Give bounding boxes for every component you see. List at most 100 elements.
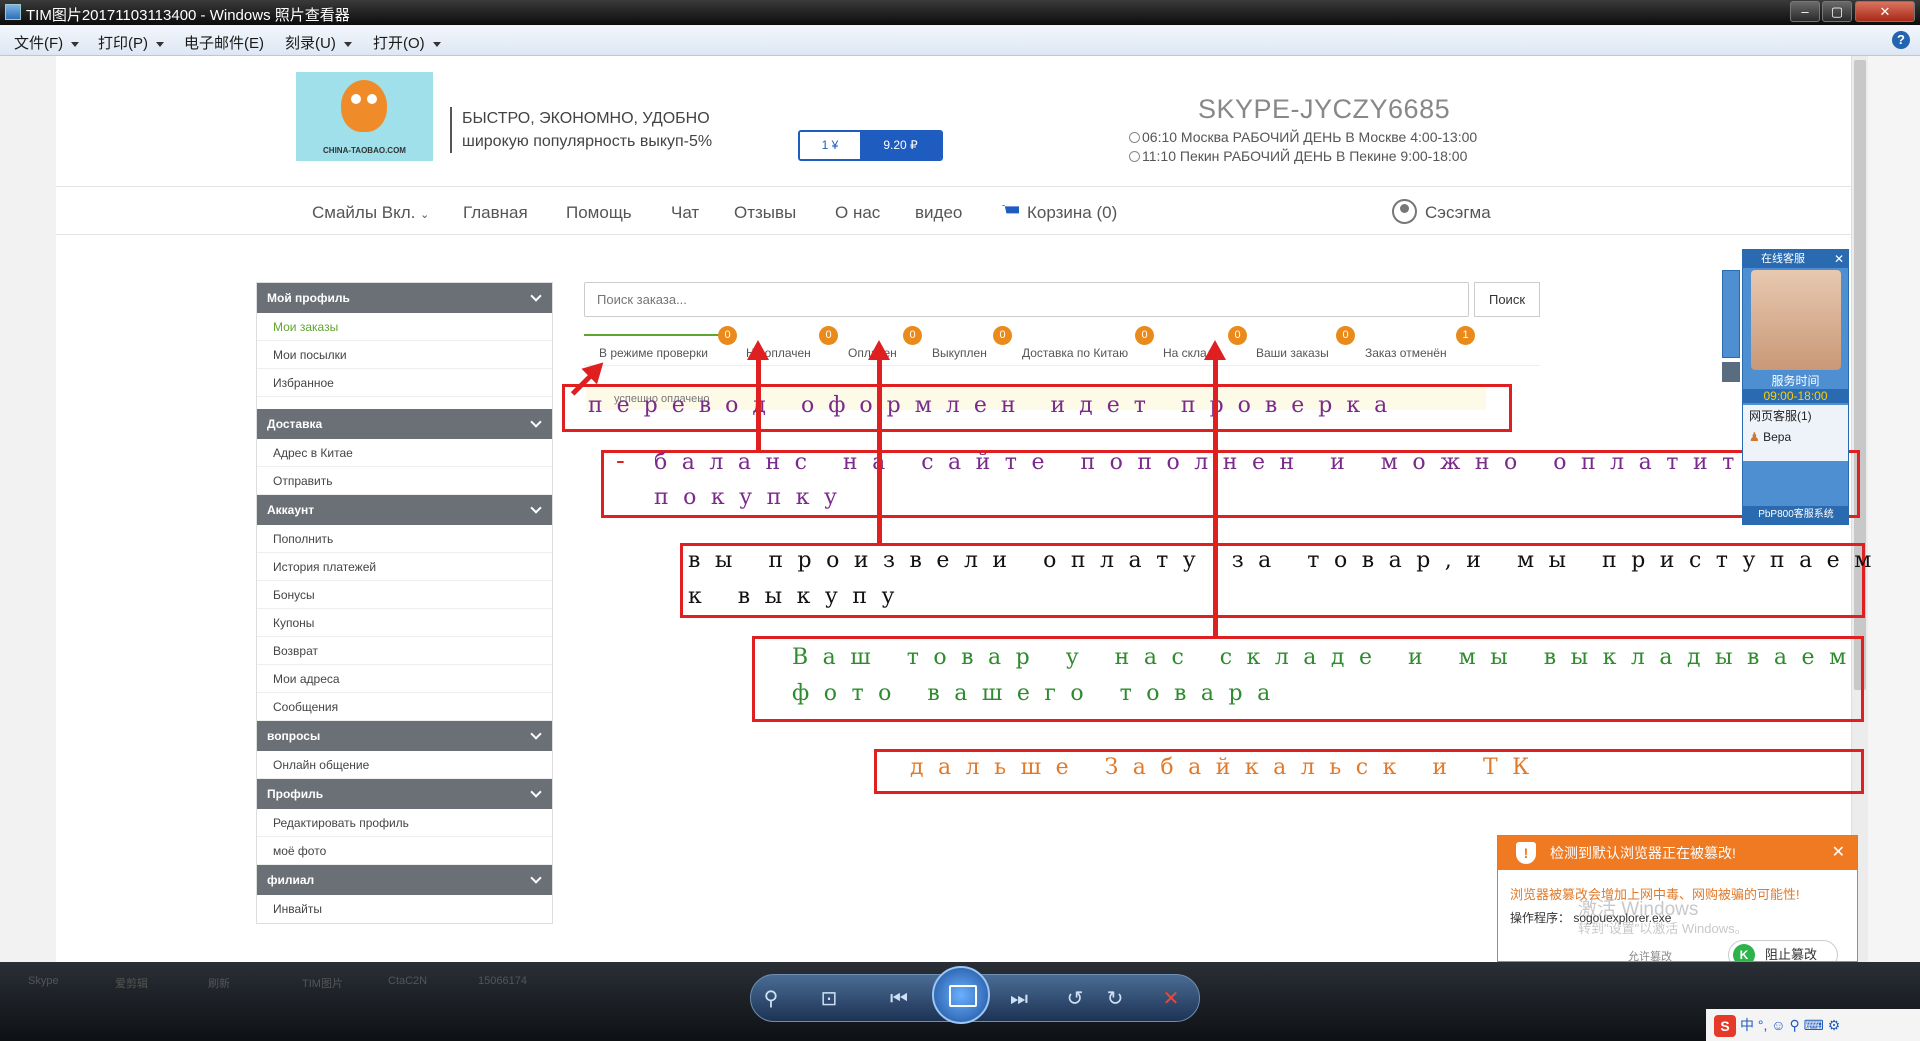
- taskbar-item[interactable]: CtaC2N: [388, 975, 427, 987]
- tray-icons[interactable]: 中 °, ☺ ⚲ ⌨ ⚙: [1740, 1017, 1840, 1033]
- tab-under-review[interactable]: В режиме проверки: [599, 346, 708, 360]
- sidebar-item-invites[interactable]: Инвайты: [257, 895, 552, 923]
- agent-group[interactable]: 网页客服(1): [1749, 407, 1842, 424]
- sogou-ime-icon[interactable]: S: [1714, 1015, 1736, 1038]
- menu-burn[interactable]: 刻录(U): [285, 32, 352, 53]
- menu-print[interactable]: 打印(P): [98, 32, 164, 53]
- section-branch[interactable]: филиал: [257, 865, 552, 895]
- window-titlebar: TIM图片20171103113400 - Windows 照片查看器 – ▢ …: [0, 0, 1920, 25]
- block-hijack-button[interactable]: K 阻止篡改: [1728, 940, 1838, 961]
- nav-smileys[interactable]: Смайлы Вкл. ⌄: [312, 203, 429, 223]
- tab-cancelled[interactable]: Заказ отменён: [1365, 346, 1447, 360]
- chevron-down-icon: [343, 41, 352, 47]
- menu-email[interactable]: 电子邮件(E): [184, 32, 264, 53]
- tab-your-orders[interactable]: Ваши заказы: [1256, 346, 1329, 360]
- taskbar-item[interactable]: 爱剪辑: [115, 975, 148, 991]
- annotation-text-4a: Ваш товар у нас складе и мы выкладываем: [792, 645, 1861, 670]
- active-tab-indicator: [584, 334, 720, 336]
- rate-yuan: 1 ¥: [800, 132, 860, 159]
- taskbar-item[interactable]: TIM图片: [302, 975, 343, 991]
- fit-window-icon[interactable]: ⊡: [815, 985, 843, 1013]
- sidebar-item-coupons[interactable]: Купоны: [257, 609, 552, 637]
- annotation-text-5: дальше Забайкальск и ТК: [910, 755, 1544, 780]
- sidebar-item-refund[interactable]: Возврат: [257, 637, 552, 665]
- section-questions[interactable]: вопросы: [257, 721, 552, 751]
- browser-hijack-warning: ! 检测到默认浏览器正在被篡改! ✕ 浏览器被篡改会增加上网中毒、网购被骗的可能…: [1497, 835, 1858, 962]
- moscow-hours: 06:10 Москва РАБОЧИЙ ДЕНЬ В Москве 4:00-…: [1129, 129, 1477, 145]
- sidebar-item-send[interactable]: Отправить: [257, 467, 552, 495]
- chat-side-tab-2[interactable]: [1722, 362, 1740, 382]
- slogan: БЫСТРО, ЭКОНОМНО, УДОБНО широкую популяр…: [450, 107, 712, 153]
- nav-reviews[interactable]: Отзывы: [734, 203, 796, 223]
- tab-china-delivery[interactable]: Доставка по Китаю: [1022, 346, 1128, 360]
- sidebar-item-top-up[interactable]: Пополнить: [257, 525, 552, 553]
- maximize-button[interactable]: ▢: [1822, 1, 1852, 22]
- tab-bought[interactable]: Выкуплен: [932, 346, 987, 360]
- zoom-icon[interactable]: ⚲: [757, 985, 785, 1013]
- menu-file[interactable]: 文件(F): [14, 32, 80, 53]
- previous-icon[interactable]: ⏮: [885, 985, 913, 1013]
- chevron-down-icon: [156, 41, 164, 47]
- viewer-margin-left: [0, 56, 56, 962]
- sidebar-item-china-address[interactable]: Адрес в Китае: [257, 439, 552, 467]
- delete-icon[interactable]: ✕: [1157, 985, 1185, 1013]
- slogan-line-2: широкую популярность выкуп-5%: [462, 133, 713, 150]
- close-window-button[interactable]: ✕: [1855, 1, 1915, 22]
- cart-icon: [1001, 205, 1019, 214]
- sidebar-item-payment-history[interactable]: История платежей: [257, 553, 552, 581]
- nav-user[interactable]: Сэсэгма: [1392, 199, 1491, 224]
- sidebar-item-addresses[interactable]: Мои адреса: [257, 665, 552, 693]
- section-my-profile[interactable]: Мой профиль: [257, 283, 552, 313]
- next-icon[interactable]: ⏭: [1005, 985, 1033, 1013]
- sidebar-item-my-parcels[interactable]: Мои посылки: [257, 341, 552, 369]
- warning-header: ! 检测到默认浏览器正在被篡改! ✕: [1498, 836, 1857, 870]
- shield-k-icon: K: [1733, 944, 1755, 961]
- nav-video[interactable]: видео: [915, 203, 962, 223]
- sidebar-item-favorites[interactable]: Избранное: [257, 369, 552, 397]
- close-icon[interactable]: ✕: [1832, 836, 1845, 870]
- rate-rub: 9.20 ₽: [860, 132, 941, 159]
- rotate-right-icon[interactable]: ↻: [1101, 985, 1129, 1013]
- chevron-down-icon: ⌄: [420, 209, 430, 221]
- sidebar-item-edit-profile[interactable]: Редактировать профиль: [257, 809, 552, 837]
- nav-home[interactable]: Главная: [463, 203, 528, 223]
- chevron-down-icon: [530, 416, 542, 428]
- tab-unpaid-badge: 0: [819, 326, 838, 345]
- sidebar-item-messages[interactable]: Сообщения: [257, 693, 552, 721]
- site-logo[interactable]: CHINA-TAOBAO.COM: [296, 72, 433, 161]
- allow-hijack-link[interactable]: 允许篡改: [1628, 948, 1672, 961]
- system-tray: S中 °, ☺ ⚲ ⌨ ⚙: [1706, 1009, 1920, 1041]
- order-search-button[interactable]: Поиск: [1474, 282, 1540, 317]
- tab-paid-badge: 0: [903, 326, 922, 345]
- taskbar-item[interactable]: 刷新: [208, 975, 230, 991]
- minimize-button[interactable]: –: [1790, 1, 1820, 22]
- section-delivery[interactable]: Доставка: [257, 409, 552, 439]
- sidebar-item-online-chat[interactable]: Онлайн общение: [257, 751, 552, 779]
- section-profile[interactable]: Профиль: [257, 779, 552, 809]
- help-icon[interactable]: ?: [1892, 31, 1910, 49]
- taskbar-item[interactable]: Skype: [28, 975, 59, 987]
- section-account[interactable]: Аккаунт: [257, 495, 552, 525]
- nav-about[interactable]: О нас: [835, 203, 880, 223]
- person-icon: ♟: [1749, 430, 1760, 444]
- sidebar-item-my-photo[interactable]: моё фото: [257, 837, 552, 865]
- nav-chat[interactable]: Чат: [671, 203, 699, 223]
- sidebar-item-my-orders[interactable]: Мои заказы: [257, 313, 552, 341]
- menu-open[interactable]: 打开(O): [373, 32, 441, 53]
- bottom-taskbar: Skype 爱剪辑 刷新 TIM图片 CtaC2N 15066174 ⚲ ⊡ ⏮…: [0, 962, 1920, 1041]
- taskbar-item[interactable]: 15066174: [478, 975, 527, 987]
- annotation-text-2b: покупку: [654, 485, 852, 510]
- annotation-dash: -: [616, 446, 625, 476]
- nav-cart[interactable]: Корзина (0): [1001, 203, 1117, 223]
- tabs-divider: [584, 365, 1540, 366]
- chat-side-tab[interactable]: [1722, 270, 1740, 358]
- online-service-widget: 在线客服 ✕ 服务时间 09:00-18:00 网页客服(1) ♟ Вера Pb…: [1742, 249, 1849, 525]
- close-icon[interactable]: ✕: [1834, 250, 1844, 268]
- sidebar-item-bonuses[interactable]: Бонусы: [257, 581, 552, 609]
- agent-item[interactable]: ♟ Вера: [1749, 430, 1842, 444]
- nav-help[interactable]: Помощь: [566, 203, 632, 223]
- rotate-left-icon[interactable]: ↺: [1061, 985, 1089, 1013]
- order-search-input[interactable]: [585, 283, 1470, 316]
- slideshow-button[interactable]: [932, 966, 990, 1024]
- shield-alert-icon: !: [1516, 842, 1536, 864]
